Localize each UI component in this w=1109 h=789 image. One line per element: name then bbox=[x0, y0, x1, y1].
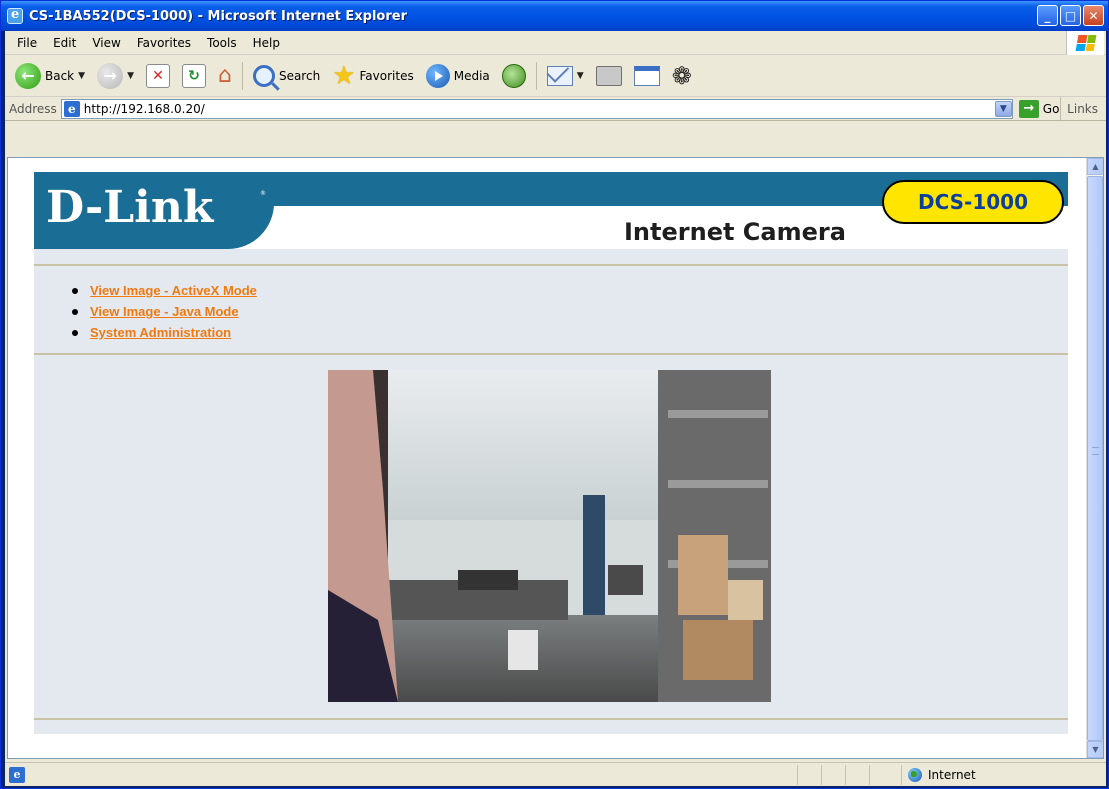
nav-section: View Image - ActiveX Mode View Image - J… bbox=[34, 266, 1068, 353]
address-value[interactable]: http://192.168.0.20/ bbox=[84, 102, 995, 116]
scroll-up-icon[interactable]: ▲ bbox=[1087, 158, 1103, 175]
back-dropdown-icon[interactable]: ▼ bbox=[78, 71, 85, 81]
camera-area bbox=[34, 355, 1068, 721]
camera-feed-image bbox=[328, 370, 771, 702]
ie-icon bbox=[7, 7, 23, 24]
windows-logo-icon bbox=[1066, 31, 1104, 55]
refresh-button[interactable]: ↻ bbox=[178, 59, 210, 93]
window-controls: _ □ ✕ bbox=[1037, 5, 1104, 26]
toolbar-separator bbox=[535, 61, 537, 90]
search-button[interactable]: Search bbox=[249, 59, 324, 93]
back-arrow-icon: ← bbox=[15, 62, 41, 89]
menu-favorites[interactable]: Favorites bbox=[129, 36, 199, 50]
favorites-label: Favorites bbox=[359, 68, 414, 83]
page-viewport: D-Link ® Internet Camera DCS-1000 View I… bbox=[7, 157, 1104, 759]
scroll-thumb[interactable] bbox=[1087, 176, 1103, 741]
search-label: Search bbox=[278, 68, 321, 83]
list-item: View Image - Java Mode bbox=[68, 301, 1068, 322]
list-item: System Administration bbox=[68, 322, 1068, 343]
go-button[interactable]: → Go bbox=[1018, 99, 1060, 118]
zone-label: Internet bbox=[928, 768, 976, 782]
scroll-grip-icon bbox=[1092, 447, 1099, 455]
go-arrow-icon: → bbox=[1018, 99, 1039, 118]
back-label: Back bbox=[45, 68, 75, 83]
back-button[interactable]: ← Back ▼ bbox=[11, 59, 89, 93]
dlink-page: D-Link ® Internet Camera DCS-1000 View I… bbox=[34, 172, 1068, 734]
maximize-button[interactable]: □ bbox=[1060, 5, 1081, 26]
dlink-logo: D-Link bbox=[34, 172, 274, 249]
system-administration-link[interactable]: System Administration bbox=[90, 325, 231, 340]
minimize-button[interactable]: _ bbox=[1037, 5, 1058, 26]
messenger-icon: ❁ bbox=[671, 61, 692, 90]
title-bar[interactable]: CS-1BA552(DCS-1000) - Microsoft Internet… bbox=[1, 1, 1108, 31]
menu-tools[interactable]: Tools bbox=[199, 36, 245, 50]
product-name: Internet Camera bbox=[624, 218, 846, 246]
registered-mark: ® bbox=[260, 190, 266, 197]
browser-client: File Edit View Favorites Tools Help ← Ba… bbox=[5, 31, 1106, 786]
messenger-button[interactable]: ❁ bbox=[668, 59, 696, 93]
address-bar: Address e http://192.168.0.20/ ▼ → Go Li… bbox=[5, 97, 1106, 121]
menu-file[interactable]: File bbox=[9, 36, 45, 50]
address-label: Address bbox=[9, 101, 57, 116]
media-icon bbox=[425, 63, 450, 88]
address-input[interactable]: e http://192.168.0.20/ ▼ bbox=[60, 98, 1013, 119]
menu-bar: File Edit View Favorites Tools Help bbox=[5, 31, 1106, 55]
status-bar: e Internet bbox=[5, 762, 1106, 786]
footer-divider bbox=[34, 718, 1068, 720]
globe-icon bbox=[908, 768, 922, 782]
history-button[interactable] bbox=[498, 59, 530, 93]
print-button[interactable] bbox=[592, 59, 626, 93]
banner: D-Link ® Internet Camera DCS-1000 bbox=[34, 172, 1068, 249]
camera-feed-picture bbox=[328, 370, 771, 702]
go-label: Go bbox=[1042, 101, 1060, 116]
mail-icon bbox=[546, 65, 573, 86]
security-zone[interactable]: Internet bbox=[901, 765, 1104, 785]
forward-button[interactable]: → ▼ bbox=[93, 59, 138, 93]
vertical-scrollbar[interactable]: ▲ ▼ bbox=[1086, 158, 1103, 758]
page-status-icon: e bbox=[9, 766, 25, 783]
home-button[interactable]: ⌂ bbox=[214, 59, 236, 93]
stop-button[interactable]: ✕ bbox=[142, 59, 174, 93]
address-dropdown-icon[interactable]: ▼ bbox=[994, 100, 1012, 117]
status-panel bbox=[869, 765, 893, 785]
activex-mode-link[interactable]: View Image - ActiveX Mode bbox=[90, 283, 257, 298]
edit-icon bbox=[633, 65, 660, 86]
mail-button[interactable]: ▼ bbox=[543, 59, 588, 93]
edit-button[interactable] bbox=[630, 59, 664, 93]
standard-toolbar: ← Back ▼ → ▼ ✕ ↻ ⌂ Search ★ Favorites Me… bbox=[5, 55, 1106, 97]
brand-name: D-Link bbox=[46, 182, 214, 233]
search-icon bbox=[252, 64, 275, 87]
favorites-button[interactable]: ★ Favorites bbox=[328, 59, 418, 93]
browser-window: CS-1BA552(DCS-1000) - Microsoft Internet… bbox=[0, 0, 1109, 789]
menu-help[interactable]: Help bbox=[245, 36, 288, 50]
close-button[interactable]: ✕ bbox=[1083, 5, 1104, 26]
status-panel bbox=[845, 765, 869, 785]
print-icon bbox=[595, 65, 622, 86]
links-button[interactable]: Links bbox=[1060, 97, 1104, 121]
forward-dropdown-icon[interactable]: ▼ bbox=[127, 71, 134, 81]
model-badge: DCS-1000 bbox=[882, 180, 1064, 224]
refresh-icon: ↻ bbox=[181, 63, 206, 88]
forward-arrow-icon: → bbox=[97, 62, 124, 89]
menu-view[interactable]: View bbox=[84, 36, 128, 50]
window-title: CS-1BA552(DCS-1000) - Microsoft Internet… bbox=[29, 8, 407, 24]
home-icon: ⌂ bbox=[217, 63, 232, 88]
status-panel bbox=[821, 765, 845, 785]
menu-edit[interactable]: Edit bbox=[45, 36, 84, 50]
list-item: View Image - ActiveX Mode bbox=[68, 280, 1068, 301]
mail-dropdown-icon[interactable]: ▼ bbox=[577, 71, 584, 81]
status-panels bbox=[797, 765, 893, 785]
media-button[interactable]: Media bbox=[422, 59, 494, 93]
page-icon: e bbox=[63, 100, 80, 117]
media-label: Media bbox=[453, 68, 490, 83]
stop-icon: ✕ bbox=[145, 63, 170, 88]
nav-list: View Image - ActiveX Mode View Image - J… bbox=[68, 280, 1068, 343]
history-icon bbox=[501, 63, 526, 88]
scroll-down-icon[interactable]: ▼ bbox=[1087, 741, 1103, 758]
toolbar-separator bbox=[241, 61, 243, 90]
favorites-star-icon: ★ bbox=[332, 60, 356, 91]
java-mode-link[interactable]: View Image - Java Mode bbox=[90, 304, 239, 319]
status-panel bbox=[797, 765, 821, 785]
